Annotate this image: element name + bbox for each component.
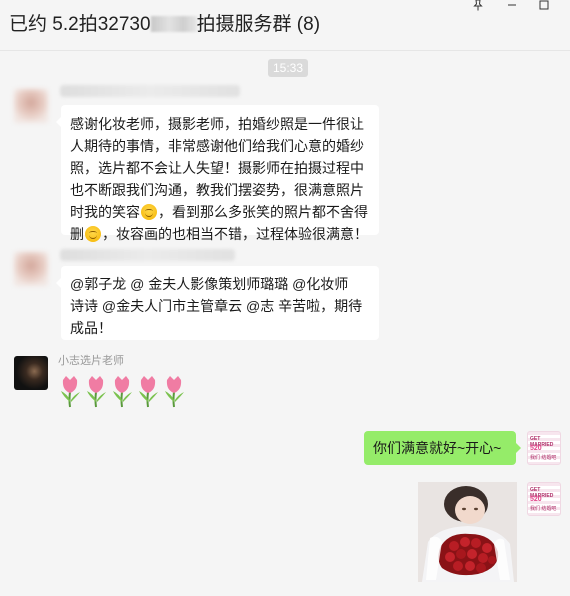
tulip-emoji-icon xyxy=(165,376,184,408)
avatar[interactable] xyxy=(14,252,48,286)
pin-icon xyxy=(473,0,483,11)
redacted-mask xyxy=(150,16,197,32)
message-line: 诗诗 @金夫人门市主管章云 @志 辛苦啦，期待 xyxy=(70,298,363,314)
self-message-bubble[interactable]: 你们满意就好~开心~ xyxy=(364,431,521,465)
title-bar: 已约 5.2拍32730 拍摄服务群 (8) xyxy=(0,0,570,50)
tulip-emoji-icon xyxy=(139,376,158,408)
avatar-text: 我们 结婚吧 xyxy=(530,506,557,512)
avatar[interactable] xyxy=(14,356,48,390)
sender-name: 小志选片老师 xyxy=(58,355,124,367)
message-text: ，看到那么多张笑的照片都不舍得 xyxy=(158,204,368,220)
message-line: 成品！ xyxy=(70,320,112,336)
title-divider xyxy=(0,50,570,51)
tulip-emoji-icon xyxy=(113,376,132,408)
smile-emoji-icon xyxy=(85,226,101,242)
chat-title: 已约 5.2拍32730 拍摄服务群 (8) xyxy=(9,9,320,36)
sender-name-redacted xyxy=(60,249,235,261)
minimize-icon xyxy=(508,4,516,6)
message-timestamp: 15:33 xyxy=(268,59,308,77)
message-line: 也不断跟我们沟通，教我们摆姿势，很满意照片 xyxy=(70,182,364,198)
message-line: 感谢化妆老师，摄影老师，拍婚纱照是一件很让 xyxy=(70,116,364,132)
message-line: @郭子龙 @ 金夫人影像策划师璐璐 @化妆师 xyxy=(70,276,349,292)
avatar-text: 520 xyxy=(530,445,542,452)
tulip-emoji-row[interactable] xyxy=(58,374,187,408)
bouquet-photo-image xyxy=(418,482,517,582)
maximize-icon xyxy=(539,0,549,10)
message-text: 你们满意就好~开心~ xyxy=(373,440,502,456)
self-avatar[interactable]: GET MARRIED 520 我们 结婚吧 xyxy=(527,482,561,516)
tulip-emoji-icon xyxy=(87,376,106,408)
chat-title-suffix: 拍摄服务群 (8) xyxy=(196,14,321,35)
self-avatar[interactable]: GET MARRIED 520 我们 结婚吧 xyxy=(527,431,561,465)
tulip-emoji-icon xyxy=(61,376,80,408)
message-line: 删 ，妆容画的也相当不错，过程体验很满意！ xyxy=(70,223,370,245)
message-text: 时我的笑容 xyxy=(70,204,140,220)
maximize-button[interactable] xyxy=(532,0,556,12)
grin-emoji-icon xyxy=(141,204,157,220)
sender-name-redacted xyxy=(60,85,240,97)
message-bubble[interactable]: 感谢化妆老师，摄影老师，拍婚纱照是一件很让 人期待的事情，非常感谢他们给我们心意… xyxy=(56,105,379,242)
message-line: 照，选片都不会让人失望！摄影师在拍摄过程中 xyxy=(70,160,364,176)
message-line: 人期待的事情，非常感谢他们给我们心意的婚纱 xyxy=(70,138,364,154)
message-line: 时我的笑容 ，看到那么多张笑的照片都不舍得 xyxy=(70,201,370,223)
message-text: ，妆容画的也相当不错，过程体验很满意！ xyxy=(102,226,368,242)
avatar[interactable] xyxy=(14,89,48,123)
message-bubble[interactable]: @郭子龙 @ 金夫人影像策划师璐璐 @化妆师 诗诗 @金夫人门市主管章云 @志 … xyxy=(56,266,379,340)
minimize-button[interactable] xyxy=(500,0,524,12)
message-text: 删 xyxy=(70,226,84,242)
wedding-bouquet-photo[interactable] xyxy=(418,482,517,582)
chat-title-prefix: 已约 5.2拍32730 xyxy=(9,14,151,35)
avatar-text: 520 xyxy=(530,496,542,503)
avatar-text: 我们 结婚吧 xyxy=(530,455,557,461)
pin-button[interactable] xyxy=(466,0,490,12)
